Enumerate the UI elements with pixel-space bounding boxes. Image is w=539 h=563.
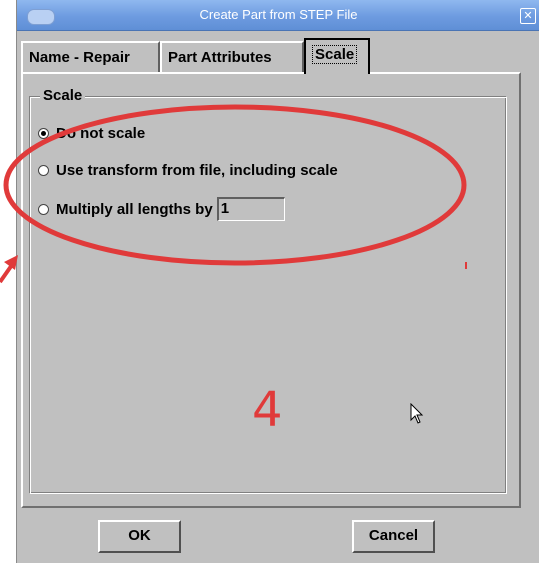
tab-name-repair[interactable]: Name - Repair [21,41,160,72]
multiplier-input[interactable]: 1 [216,197,285,221]
window-title: Create Part from STEP File [199,7,358,22]
ok-button[interactable]: OK [98,520,181,553]
scale-tab-panel: Scale Do not scale Use transform from fi… [21,72,521,508]
annotation-step-number: 4 [252,382,283,438]
radio-button[interactable] [38,203,49,215]
radio-label-use-transform: Use transform from file, including scale [56,161,338,179]
radio-label-do-not-scale: Do not scale [56,124,146,142]
scale-group-title: Scale [40,87,86,104]
radio-use-transform[interactable]: Use transform from file, including scale [38,160,338,180]
title-bar[interactable]: Create Part from STEP File ✕ [17,0,539,31]
annotation-tick [465,262,467,269]
radio-button-checked[interactable] [38,127,49,139]
tab-scale-label: Scale [312,45,358,64]
close-icon[interactable]: ✕ [520,8,536,24]
mouse-cursor-icon [410,403,424,424]
radio-button[interactable] [38,164,49,176]
cancel-button[interactable]: Cancel [352,520,435,553]
radio-label-multiply-lengths: Multiply all lengths by [56,200,213,218]
tab-scale[interactable]: Scale [304,38,370,74]
radio-do-not-scale[interactable]: Do not scale [38,123,145,143]
radio-multiply-lengths[interactable]: Multiply all lengths by 1 [38,197,285,221]
tab-part-attributes[interactable]: Part Attributes [160,41,304,72]
